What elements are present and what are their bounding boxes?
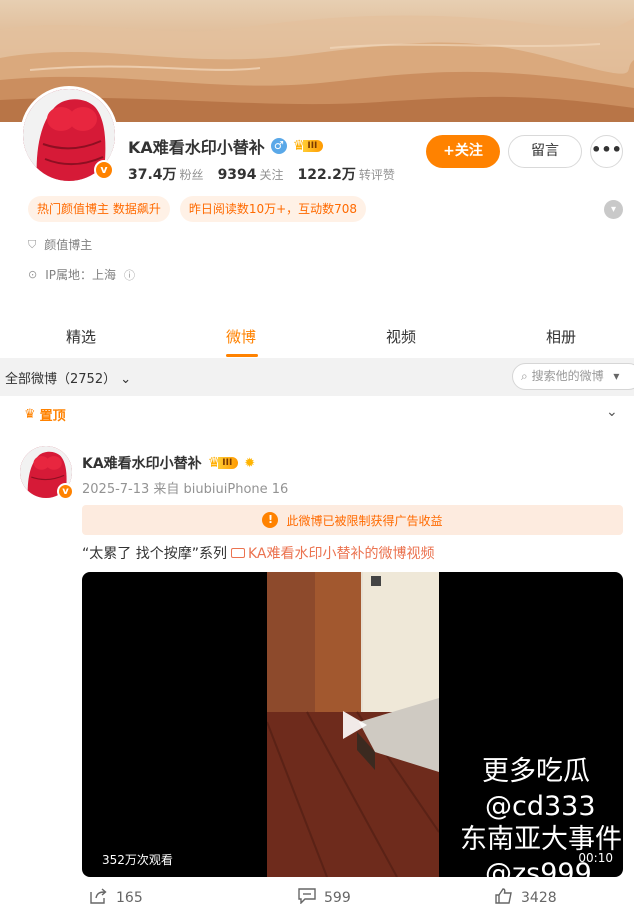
message-button[interactable]: 留言 bbox=[508, 135, 582, 168]
verified-badge: v bbox=[94, 160, 114, 180]
stat-number: 122.2万 bbox=[297, 167, 356, 183]
post-meta[interactable]: 2025-7-13 来自 biubiuiPhone 16 bbox=[82, 478, 288, 497]
watermark-line: @cd333 bbox=[485, 791, 596, 822]
profile-name: KA难看水印小替补 bbox=[128, 138, 265, 157]
post-action-bar: 165 599 3428 bbox=[0, 886, 634, 916]
comment-button[interactable]: 599 bbox=[298, 888, 351, 908]
ad-restriction-notice: ! 此微博已被限制获得广告收益 bbox=[82, 505, 623, 535]
comment-count: 599 bbox=[324, 890, 351, 906]
watermark-line: @zs999 bbox=[485, 858, 592, 877]
play-icon[interactable] bbox=[335, 707, 371, 743]
more-options-button[interactable]: ••• bbox=[590, 135, 623, 168]
like-button[interactable]: 3428 bbox=[495, 888, 557, 908]
pinned-label: ♛ 置顶 bbox=[24, 405, 66, 424]
stat-number: 9394 bbox=[217, 167, 257, 183]
search-input[interactable]: ⌕ 搜索他的微博 ▾ bbox=[512, 363, 634, 390]
video-player[interactable]: 更多吃瓜 @cd333 东南亚大事件 @zs999 352万次观看 00:10 bbox=[82, 572, 623, 877]
profile-name-row: KA难看水印小替补 ♂ ♛ III bbox=[128, 134, 324, 158]
follow-button[interactable]: +关注 bbox=[426, 135, 500, 168]
tab-album[interactable]: 相册 bbox=[546, 326, 576, 347]
profile-category: ⛉ 颜值博主 bbox=[28, 236, 92, 253]
video-link-text: KA难看水印小替补的微博视频 bbox=[247, 546, 435, 562]
stat-label: 转评赞 bbox=[358, 168, 395, 182]
tab-video[interactable]: 视频 bbox=[386, 326, 416, 347]
shield-icon: ⛉ bbox=[28, 237, 37, 251]
post-verified-badge: v bbox=[57, 483, 74, 500]
tab-featured[interactable]: 精选 bbox=[66, 326, 96, 347]
search-placeholder: 搜索他的微博 bbox=[531, 369, 604, 383]
profile-tags: 热门颜值博主 数据飙升 昨日阅读数10万+，互动数708 bbox=[28, 196, 367, 222]
post-text: “太累了 找个按摩”系列 KA难看水印小替补的微博视频 bbox=[82, 543, 434, 563]
share-count: 165 bbox=[116, 890, 143, 906]
warning-icon: ! bbox=[262, 512, 279, 528]
member-crown-icon[interactable]: ♛ III bbox=[293, 138, 324, 154]
stat-label: 关注 bbox=[259, 168, 284, 182]
crown-icon: ♛ bbox=[24, 407, 36, 422]
post-member-level: III bbox=[218, 457, 239, 469]
post-avatar[interactable]: v bbox=[20, 446, 74, 500]
stat-following[interactable]: 9394 关注 bbox=[218, 164, 284, 183]
post-author-row: KA难看水印小替补 ♛ III ✹ bbox=[82, 453, 255, 473]
search-icon: ⌕ bbox=[521, 369, 528, 383]
post-member-crown-icon[interactable]: ♛ III bbox=[208, 455, 239, 471]
tag-hot-blogger[interactable]: 热门颜值博主 数据飙升 bbox=[28, 196, 170, 222]
pinned-text: 置顶 bbox=[39, 409, 66, 424]
stat-followers[interactable]: 37.4万 粉丝 bbox=[128, 164, 204, 184]
tab-weibo[interactable]: 微博 bbox=[226, 326, 256, 347]
video-link[interactable]: KA难看水印小替补的微博视频 bbox=[230, 543, 435, 563]
filter-bar: 全部微博（2752） ⌄ ⌕ 搜索他的微博 ▾ bbox=[0, 358, 634, 396]
ip-text: IP属地：上海 bbox=[45, 268, 116, 282]
stat-interactions[interactable]: 122.2万 转评赞 bbox=[298, 164, 395, 184]
like-icon bbox=[495, 888, 513, 908]
all-posts-label: 全部微博（2752） bbox=[5, 372, 117, 387]
profile-avatar[interactable]: v bbox=[20, 86, 118, 184]
notice-text: 此微博已被限制获得广告收益 bbox=[286, 513, 443, 528]
comment-icon bbox=[298, 888, 316, 908]
watermark-line: 更多吃瓜 bbox=[482, 756, 590, 787]
post-menu-chevron-icon[interactable]: ⌄ bbox=[606, 404, 618, 420]
member-level: III bbox=[303, 140, 324, 152]
profile-tabs: 精选 微博 视频 相册 bbox=[0, 314, 634, 358]
video-link-icon bbox=[230, 548, 245, 558]
category-text: 颜值博主 bbox=[44, 238, 93, 252]
stat-label: 粉丝 bbox=[179, 168, 204, 182]
share-button[interactable]: 165 bbox=[90, 888, 143, 908]
stat-number: 37.4万 bbox=[128, 167, 177, 183]
location-icon: ⊙ bbox=[28, 268, 38, 281]
profile-ip: ⊙ IP属地：上海 ⓘ bbox=[28, 266, 135, 283]
like-count: 3428 bbox=[521, 890, 557, 906]
all-posts-dropdown[interactable]: 全部微博（2752） ⌄ bbox=[5, 368, 131, 387]
tag-read-stats[interactable]: 昨日阅读数10万+，互动数708 bbox=[179, 196, 367, 222]
help-icon[interactable]: ⓘ bbox=[124, 267, 135, 283]
chevron-down-icon: ⌄ bbox=[120, 372, 132, 387]
video-duration: 00:10 bbox=[578, 851, 613, 865]
search-dropdown-icon[interactable]: ▾ bbox=[613, 369, 619, 383]
sun-flower-icon: ✹ bbox=[244, 455, 256, 471]
profile-page: v KA难看水印小替补 ♂ ♛ III 37.4万 粉丝 9394 关注 122.2… bbox=[0, 0, 634, 916]
active-tab-indicator bbox=[226, 354, 258, 357]
share-icon bbox=[90, 888, 108, 908]
male-icon: ♂ bbox=[270, 138, 287, 154]
post-author-name[interactable]: KA难看水印小替补 bbox=[82, 453, 202, 473]
video-view-count: 352万次观看 bbox=[102, 853, 173, 867]
post-text-prefix: “太累了 找个按摩”系列 bbox=[82, 546, 227, 562]
profile-stats: 37.4万 粉丝 9394 关注 122.2万 转评赞 bbox=[128, 164, 395, 184]
expand-info-button[interactable]: ▾ bbox=[604, 200, 623, 219]
